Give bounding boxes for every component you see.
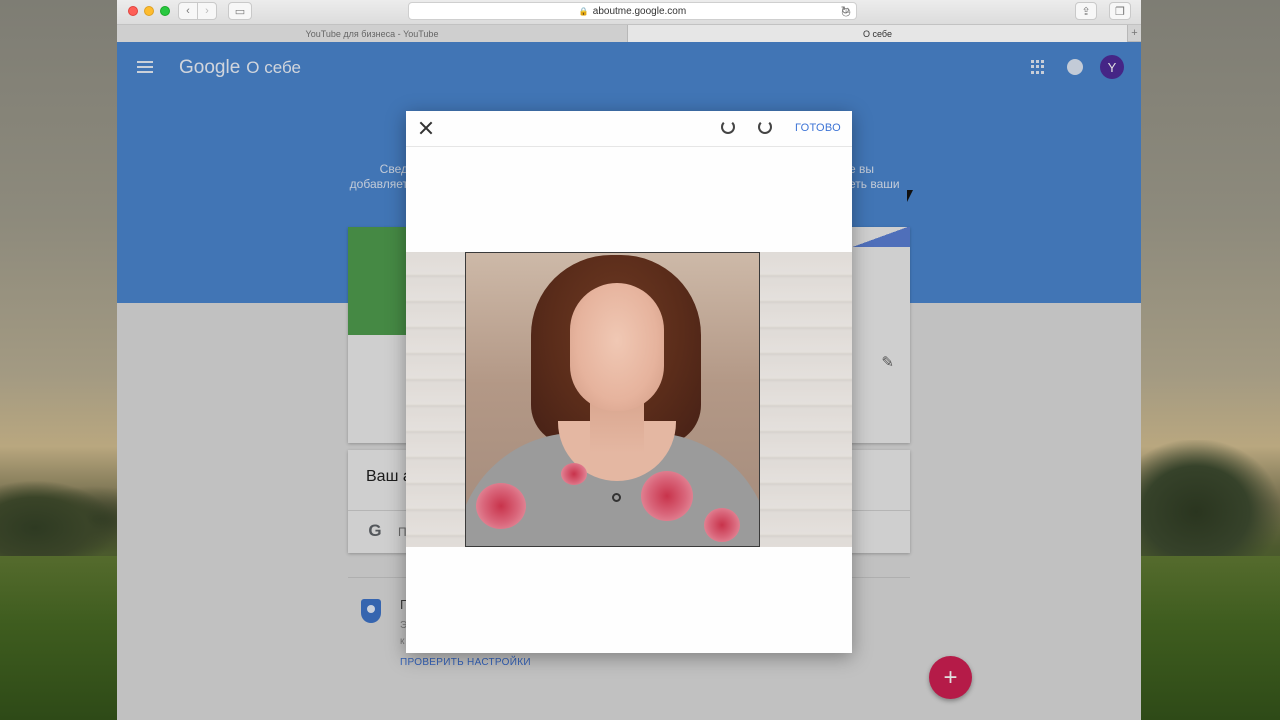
tab-about-me[interactable]: О себе <box>628 25 1128 42</box>
share-icon: ⇪ <box>1081 5 1091 18</box>
crop-area[interactable] <box>406 252 852 547</box>
tab-label: YouTube для бизнеса - YouTube <box>305 28 439 39</box>
wallpaper-trees-left <box>0 480 117 560</box>
photo-crop-dialog: ГОТОВО <box>406 111 852 653</box>
tab-bar: YouTube для бизнеса - YouTube О себе + <box>117 24 1141 42</box>
photo-flower <box>704 508 740 542</box>
chevron-right-icon: › <box>205 5 209 17</box>
photo-flower <box>476 483 526 529</box>
history-button[interactable]: ◷ <box>836 2 856 20</box>
forward-button[interactable]: › <box>197 2 217 20</box>
plus-icon: + <box>1131 27 1138 39</box>
lock-icon: 🔒 <box>578 6 589 16</box>
tabs-icon: ❐ <box>1115 5 1125 18</box>
browser-toolbar: ‹ › ▭ 🔒 aboutme.google.com ↻ ◷ ⇪ ❐ <box>117 0 1141 24</box>
close-window-button[interactable] <box>128 6 138 16</box>
done-button[interactable]: ГОТОВО <box>795 122 841 134</box>
new-tab-button[interactable]: + <box>1128 25 1141 41</box>
wallpaper-trees-right <box>1140 440 1280 560</box>
sidebar-toggle-button[interactable]: ▭ <box>228 2 252 20</box>
rotate-right-icon[interactable] <box>758 120 772 134</box>
crop-mask-right <box>760 252 852 547</box>
share-button[interactable]: ⇪ <box>1075 2 1097 20</box>
tab-label: О себе <box>863 28 892 39</box>
crop-mask-left <box>406 252 465 547</box>
mouse-cursor <box>907 190 913 202</box>
wallpaper-grass-left <box>0 556 117 720</box>
rotate-left-icon[interactable] <box>721 120 735 134</box>
close-icon[interactable] <box>417 119 435 137</box>
crop-selection[interactable] <box>465 252 760 547</box>
photo-flower <box>561 463 587 485</box>
clock-icon: ◷ <box>841 5 851 18</box>
dialog-header: ГОТОВО <box>406 111 852 147</box>
address-url: aboutme.google.com <box>592 5 687 17</box>
photo-flower <box>641 471 693 521</box>
photo-pendant <box>612 493 621 502</box>
chevron-left-icon: ‹ <box>186 5 190 17</box>
address-bar[interactable]: 🔒 aboutme.google.com ↻ <box>408 2 857 20</box>
tab-youtube-business[interactable]: YouTube для бизнеса - YouTube <box>117 25 628 42</box>
zoom-window-button[interactable] <box>160 6 170 16</box>
show-tabs-button[interactable]: ❐ <box>1109 2 1131 20</box>
back-button[interactable]: ‹ <box>178 2 198 20</box>
wallpaper-grass-right <box>1140 556 1280 720</box>
photo-face <box>570 283 664 411</box>
sidebar-icon: ▭ <box>234 5 246 18</box>
minimize-window-button[interactable] <box>144 6 154 16</box>
browser-window: ‹ › ▭ 🔒 aboutme.google.com ↻ ◷ ⇪ ❐ YouTu… <box>117 0 1141 720</box>
